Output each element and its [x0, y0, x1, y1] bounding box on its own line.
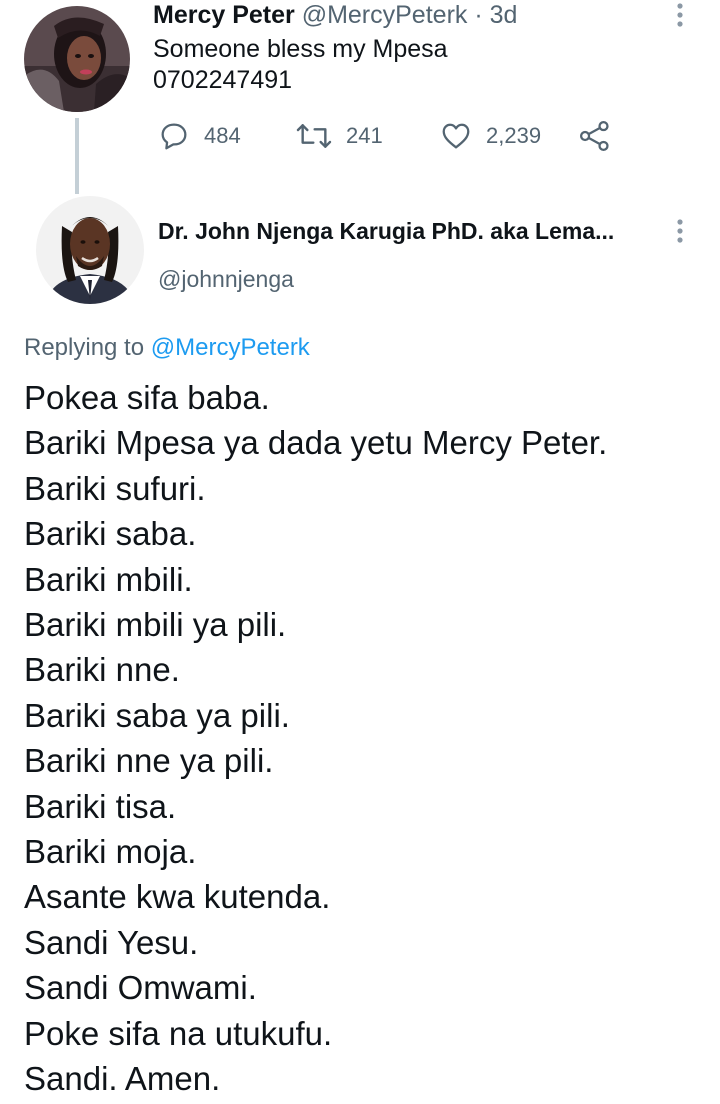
- more-options-button[interactable]: [670, 2, 690, 28]
- tweet-header: Mercy Peter @MercyPeterk · 3d: [153, 0, 517, 30]
- tweet-body-line: Sandi Yesu.: [24, 923, 199, 961]
- retweet-count: 241: [346, 123, 383, 148]
- tweet-body-line: Sandi. Amen.: [24, 1060, 221, 1098]
- tweet-body-line: Sandi Omwami.: [24, 969, 257, 1007]
- like-count: 2,239: [486, 123, 542, 148]
- reply-icon: [161, 123, 187, 150]
- like-button[interactable]: 2,239: [440, 118, 541, 154]
- reply-count: 484: [204, 123, 241, 148]
- reply-button[interactable]: 484: [158, 118, 241, 154]
- more-vertical-icon: [677, 3, 683, 27]
- replying-to-mention[interactable]: @MercyPeterk: [151, 334, 310, 361]
- tweet-body-line: Asante kwa kutenda.: [24, 878, 331, 916]
- replying-to: Replying to @MercyPeterk: [24, 333, 310, 363]
- share-icon: [579, 120, 609, 152]
- avatar[interactable]: [24, 6, 130, 112]
- tweet-text: Someone bless my Mpesa 0702247491: [153, 34, 448, 96]
- profile-photo-john: [36, 196, 144, 304]
- tweet-body-line: Bariki saba ya pili.: [24, 696, 290, 734]
- tweet-text-line: Someone bless my Mpesa: [153, 35, 448, 63]
- heart-icon: [442, 123, 470, 149]
- tweet-body-line: Poke sifa na utukufu.: [24, 1014, 333, 1052]
- avatar[interactable]: [36, 196, 144, 304]
- tweet-body-line: Bariki tisa.: [24, 787, 177, 825]
- tweet-body-line: Bariki sufuri.: [24, 469, 206, 507]
- tweet-body-line: Bariki Mpesa ya dada yetu Mercy Peter.: [24, 424, 608, 462]
- handle-and-time: @MercyPeterk · 3d: [301, 1, 518, 29]
- tweet-body-line: Bariki nne.: [24, 651, 180, 689]
- tweet-body: Pokea sifa baba. Bariki Mpesa ya dada ye…: [24, 375, 607, 1102]
- tweet-actions: 484 241 2,239: [0, 118, 720, 154]
- replying-to-label: Replying to: [24, 334, 151, 361]
- profile-photo-mercy: [24, 6, 130, 112]
- display-name[interactable]: Mercy Peter: [153, 1, 295, 29]
- tweet-body-line: Bariki nne ya pili.: [24, 742, 274, 780]
- tweet-text-line: 0702247491: [153, 66, 293, 94]
- share-button[interactable]: [578, 118, 612, 154]
- retweet-icon: [296, 124, 332, 148]
- retweet-button[interactable]: 241: [296, 118, 383, 154]
- more-vertical-icon: [677, 219, 683, 243]
- tweet-body-line: Bariki saba.: [24, 515, 197, 553]
- handle[interactable]: @johnnjenga: [158, 265, 294, 293]
- tweet-body-line: Bariki moja.: [24, 833, 197, 871]
- tweet-body-line: Bariki mbili ya pili.: [24, 606, 287, 644]
- display-name[interactable]: Dr. John Njenga Karugia PhD. aka Lema...: [158, 217, 614, 245]
- more-options-button[interactable]: [670, 218, 690, 244]
- tweet-body-line: Bariki mbili.: [24, 560, 193, 598]
- tweet-body-line: Pokea sifa baba.: [24, 379, 270, 416]
